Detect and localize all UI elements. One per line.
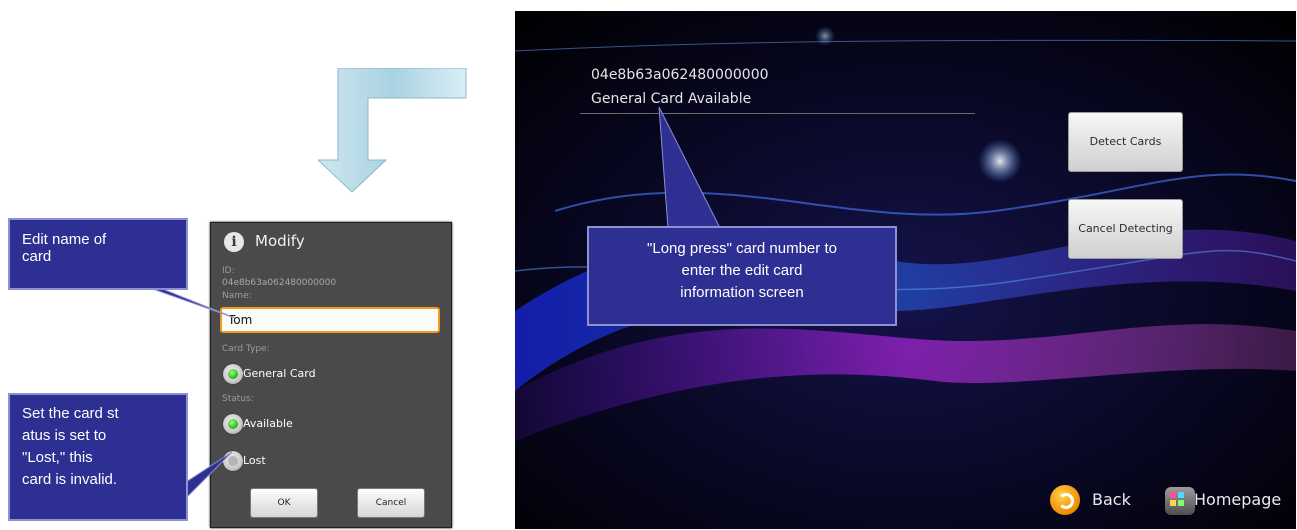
divider [580, 113, 975, 114]
info-icon: i [224, 232, 244, 252]
lost-radio[interactable] [223, 451, 243, 471]
cancel-button[interactable]: Cancel [357, 488, 425, 518]
callout-long-press-line2: enter the edit card [681, 262, 803, 279]
cancel-detecting-button[interactable]: Cancel Detecting [1068, 199, 1183, 259]
callout-edit-name-line2: card [22, 248, 52, 265]
homepage-label[interactable]: Homepage [1194, 490, 1281, 509]
name-label: Name: [222, 291, 252, 301]
available-label: Available [243, 417, 293, 430]
general-card-label: General Card [243, 367, 316, 380]
id-label: ID: [222, 266, 235, 276]
modify-dialog: i Modify ID: 04e8b63a062480000000 Name: … [210, 222, 452, 528]
card-type-label: Card Type: [222, 344, 270, 354]
callout-long-press-line3: information screen [680, 284, 804, 301]
callout-edit-name-line1: Edit name of [22, 231, 107, 248]
callout-set-status-line2: atus is set to [22, 427, 107, 444]
status-label: Status: [222, 394, 254, 404]
detect-cards-button[interactable]: Detect Cards [1068, 112, 1183, 172]
callout-edit-name: Edit name of card [8, 218, 188, 290]
arrow-down-icon [318, 68, 467, 193]
callout-set-status-line3: "Lost," this [22, 449, 93, 466]
card-info: General Card Available [591, 91, 752, 107]
homepage-icon[interactable] [1165, 487, 1195, 515]
callout-long-press-line1: "Long press" card number to [647, 240, 837, 257]
dialog-title-bar: i Modify [211, 223, 451, 261]
general-card-radio[interactable] [223, 364, 243, 384]
back-icon[interactable] [1050, 485, 1080, 515]
callout-long-press: "Long press" card number to enter the ed… [587, 226, 897, 326]
callout-set-status-line1: Set the card st [22, 405, 119, 422]
available-radio[interactable] [223, 414, 243, 434]
dialog-title: Modify [255, 232, 305, 250]
callout-set-status: Set the card st atus is set to "Lost," t… [8, 393, 188, 521]
name-input[interactable]: Tom [220, 307, 440, 333]
id-value: 04e8b63a062480000000 [222, 278, 337, 288]
ok-button[interactable]: OK [250, 488, 318, 518]
back-label[interactable]: Back [1092, 490, 1131, 509]
callout-set-status-line4: card is invalid. [22, 471, 118, 488]
lost-label: Lost [243, 454, 266, 467]
card-number[interactable]: 04e8b63a062480000000 [591, 67, 769, 83]
